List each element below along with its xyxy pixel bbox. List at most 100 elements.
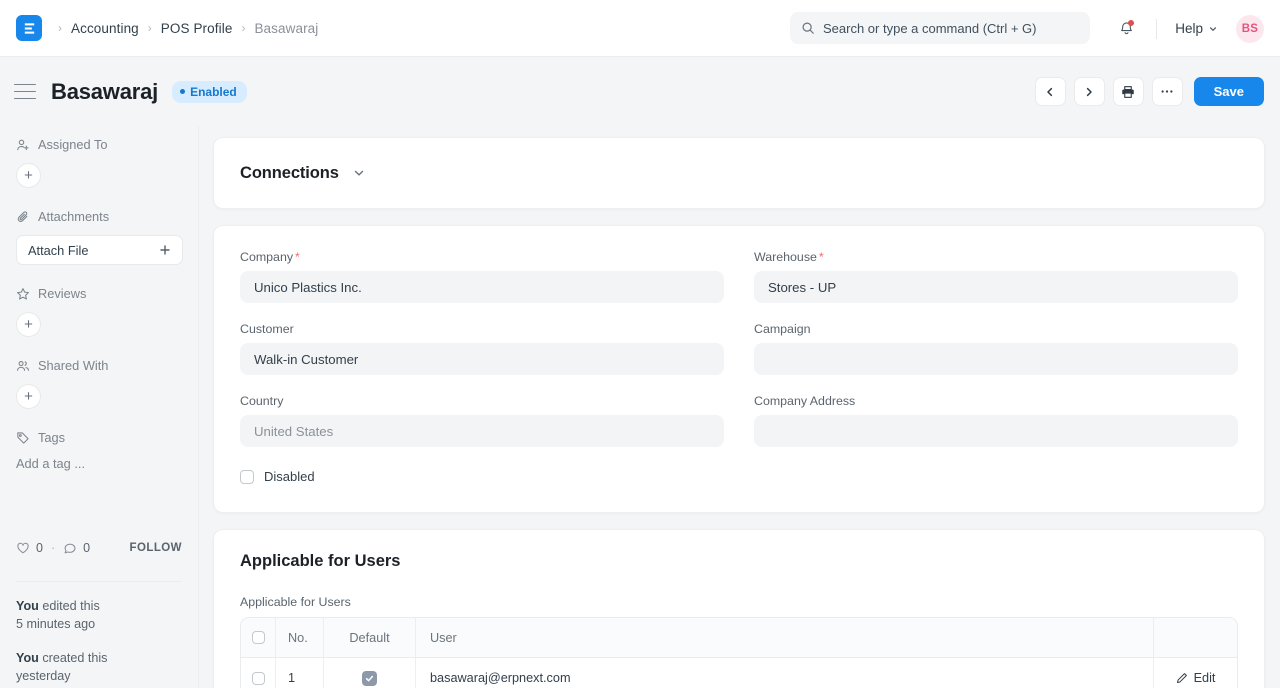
frappe-logo-icon[interactable] [16, 15, 42, 41]
disabled-checkbox-row[interactable]: Disabled [240, 469, 1238, 484]
column-header-user: User [416, 618, 1154, 657]
breadcrumb-separator: › [241, 22, 245, 34]
help-menu-button[interactable]: Help [1171, 17, 1222, 40]
like-group[interactable]: 0 · 0 [16, 541, 90, 555]
select-all-cell[interactable] [241, 618, 276, 657]
sidebar-section-reviews: Reviews + [16, 286, 182, 337]
add-tag-input[interactable]: Add a tag ... [16, 456, 182, 471]
row-edit-button[interactable]: Edit [1154, 658, 1237, 688]
field-label: Warehouse* [754, 250, 1238, 264]
select-all-checkbox[interactable] [252, 631, 265, 644]
pencil-icon [1176, 672, 1188, 684]
app-root: › Accounting › POS Profile › Basawaraj [0, 0, 1280, 688]
warehouse-label: Warehouse [754, 250, 817, 264]
activity-item: You edited this 5 minutes ago [16, 597, 188, 633]
notifications-button[interactable] [1110, 13, 1142, 45]
connections-card[interactable]: Connections [213, 137, 1265, 209]
customer-label: Customer [240, 322, 724, 336]
print-button[interactable] [1113, 77, 1144, 106]
column-header-no: No. [276, 618, 324, 657]
search-icon [801, 21, 815, 35]
chevron-down-icon[interactable] [352, 166, 366, 180]
sidebar-section-assigned-to: Assigned To + [16, 137, 182, 188]
applicable-for-users-card: Applicable for Users Applicable for User… [213, 529, 1265, 688]
default-checkbox-checked[interactable] [362, 671, 377, 686]
row-select-checkbox[interactable] [252, 672, 265, 685]
column-header-actions [1154, 618, 1237, 657]
star-icon [16, 287, 30, 301]
avatar[interactable]: BS [1236, 15, 1264, 43]
breadcrumb-item-accounting[interactable]: Accounting [71, 21, 139, 36]
more-actions-button[interactable] [1152, 77, 1183, 106]
table-row[interactable]: 1 basawaraj@erpnext.com [241, 658, 1237, 688]
campaign-input[interactable] [754, 343, 1238, 375]
like-count: 0 [36, 541, 43, 555]
attachments-label: Attachments [38, 209, 109, 224]
field-customer: Customer Walk-in Customer [240, 322, 724, 375]
document-sidebar: Assigned To + Attachments Attach File [0, 126, 199, 688]
form-grid: Company* Unico Plastics Inc. Warehouse* … [240, 250, 1238, 466]
page-header-actions: Save [1035, 57, 1264, 126]
activity-text: edited this [39, 599, 100, 613]
search-input[interactable] [823, 21, 1079, 36]
status-badge: Enabled [172, 81, 247, 103]
status-label: Enabled [190, 85, 237, 99]
field-label: Company* [240, 250, 724, 264]
row-default-cell[interactable] [324, 658, 416, 688]
company-address-input[interactable] [754, 415, 1238, 447]
help-label: Help [1175, 21, 1203, 36]
campaign-label: Campaign [754, 322, 1238, 336]
column-header-default: Default [324, 618, 416, 657]
notification-badge [1128, 20, 1134, 26]
row-number: 1 [276, 658, 324, 688]
row-user-email[interactable]: basawaraj@erpnext.com [416, 658, 1154, 688]
save-button[interactable]: Save [1194, 77, 1264, 106]
company-label: Company [240, 250, 293, 264]
add-share-button[interactable]: + [16, 384, 41, 409]
chevron-right-icon [1083, 86, 1095, 98]
users-icon [16, 359, 30, 373]
activity-time: 5 minutes ago [16, 617, 95, 631]
company-input[interactable]: Unico Plastics Inc. [240, 271, 724, 303]
next-document-button[interactable] [1074, 77, 1105, 106]
breadcrumb-separator: › [148, 22, 152, 34]
sidebar-section-tags: Tags Add a tag ... [16, 430, 182, 471]
chevron-down-icon [1208, 24, 1218, 34]
breadcrumb: › Accounting › POS Profile › Basawaraj [58, 21, 318, 36]
warehouse-input[interactable]: Stores - UP [754, 271, 1238, 303]
search-box[interactable] [790, 12, 1090, 44]
reviews-label: Reviews [38, 286, 86, 301]
breadcrumb-item-pos-profile[interactable]: POS Profile [161, 21, 233, 36]
printer-icon [1121, 85, 1135, 99]
required-marker: * [295, 250, 300, 264]
country-input[interactable]: United States [240, 415, 724, 447]
global-search [790, 12, 1090, 44]
applicable-for-users-table-label: Applicable for Users [240, 595, 1238, 609]
connections-form-card: Company* Unico Plastics Inc. Warehouse* … [213, 225, 1265, 513]
customer-input[interactable]: Walk-in Customer [240, 343, 724, 375]
activity-actor: You [16, 599, 39, 613]
status-dot-icon [180, 89, 185, 94]
follow-button[interactable]: FOLLOW [129, 542, 182, 554]
applicable-users-table: No. Default User 1 basawaraj@e [240, 617, 1238, 688]
disabled-checkbox[interactable] [240, 470, 254, 484]
add-assignment-button[interactable]: + [16, 163, 41, 188]
country-label: Country [240, 394, 724, 408]
disabled-checkbox-label: Disabled [264, 469, 315, 484]
hamburger-icon[interactable] [14, 84, 36, 100]
row-select-cell[interactable] [241, 658, 276, 688]
previous-document-button[interactable] [1035, 77, 1066, 106]
table-header-row: No. Default User [241, 618, 1237, 658]
activity-item: You created this yesterday [16, 649, 188, 685]
ellipsis-icon [1160, 89, 1174, 94]
paperclip-icon [16, 210, 30, 224]
plus-icon [159, 244, 171, 256]
shared-with-header: Shared With [16, 358, 182, 373]
navbar-divider [1156, 19, 1157, 39]
attach-file-button[interactable]: Attach File [16, 235, 183, 265]
assigned-to-header: Assigned To [16, 137, 182, 152]
applicable-for-users-title: Applicable for Users [240, 552, 1238, 571]
attach-file-label: Attach File [28, 243, 88, 258]
add-review-button[interactable]: + [16, 312, 41, 337]
sidebar-social-bar: 0 · 0 FOLLOW [16, 541, 182, 555]
